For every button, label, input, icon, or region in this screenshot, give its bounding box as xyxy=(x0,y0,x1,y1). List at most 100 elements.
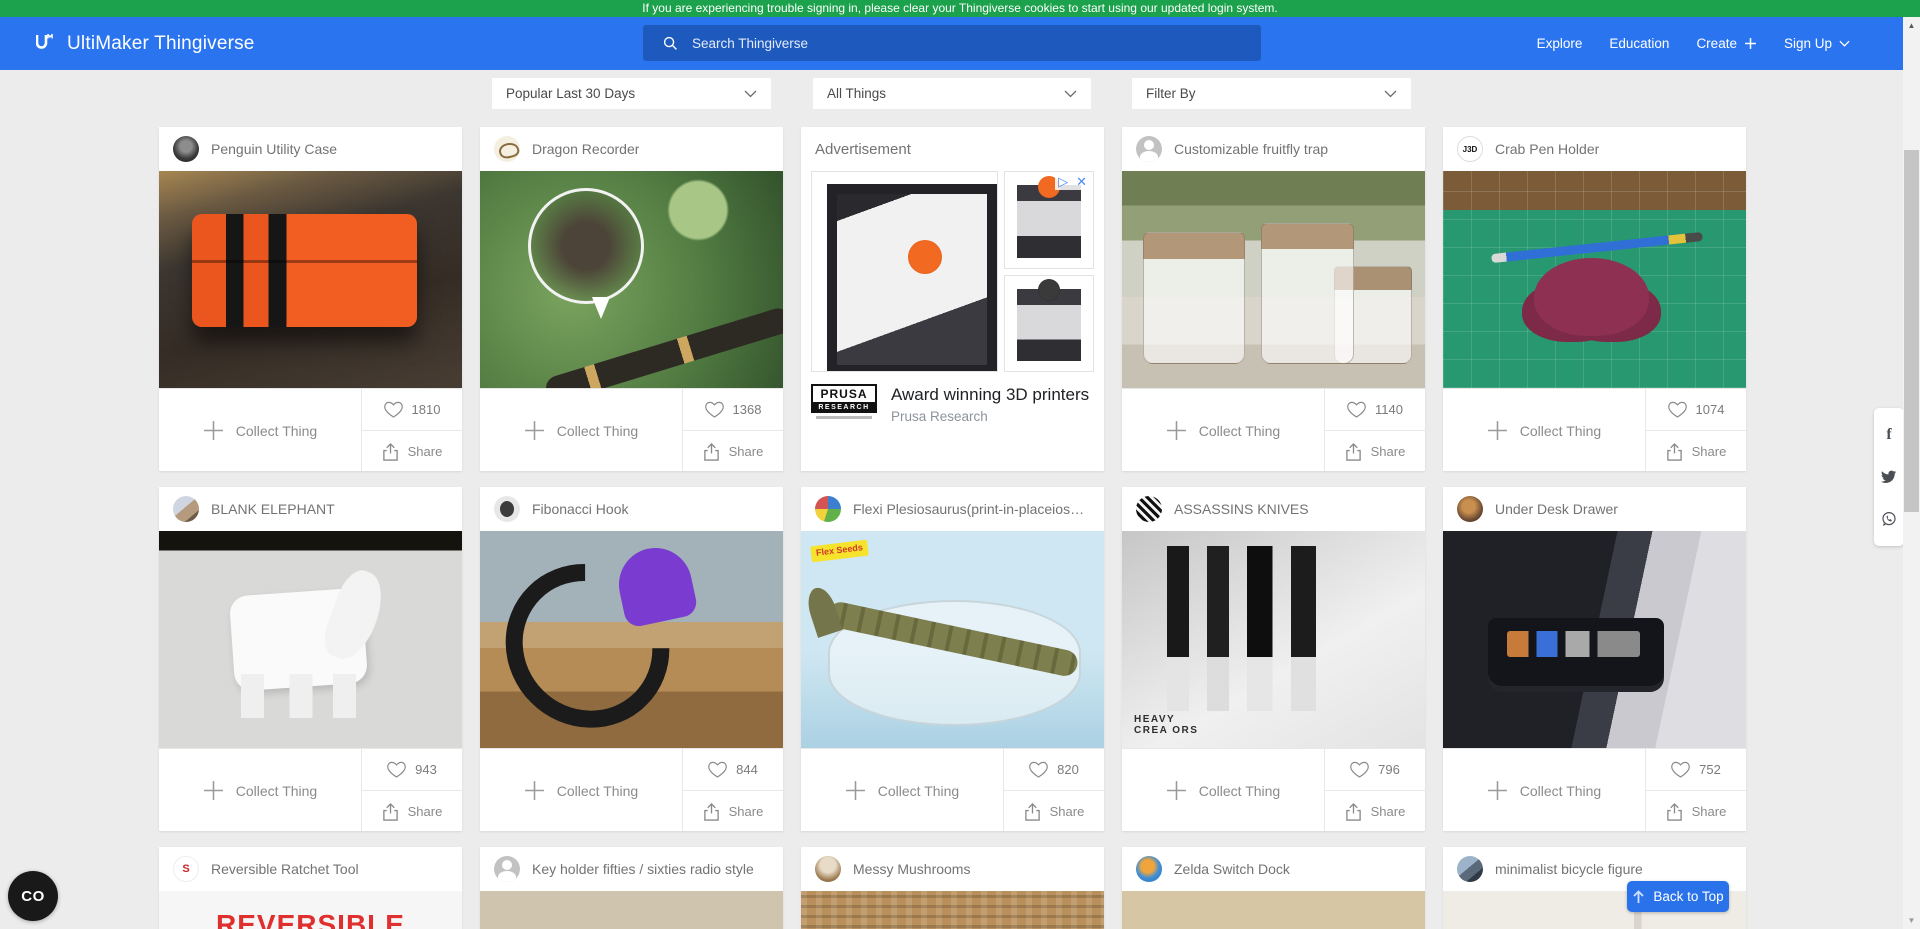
thing-card[interactable]: Key holder fifties / sixties radio style… xyxy=(480,847,783,929)
back-to-top-button[interactable]: Back to Top xyxy=(1627,881,1729,912)
thing-title[interactable]: Key holder fifties / sixties radio style xyxy=(532,861,754,877)
collect-thing-button[interactable]: Collect Thing xyxy=(801,749,1003,831)
thing-card[interactable]: S Reversible Ratchet Tool REVERSIBLE Col… xyxy=(159,847,462,929)
thing-thumbnail[interactable] xyxy=(480,531,783,748)
share-button[interactable]: Share xyxy=(1646,431,1746,471)
collect-thing-button[interactable]: Collect Thing xyxy=(159,389,361,471)
thing-title[interactable]: Messy Mushrooms xyxy=(853,861,970,877)
thing-thumbnail[interactable] xyxy=(1122,891,1425,929)
search-bar[interactable] xyxy=(643,25,1261,61)
thing-title[interactable]: Flexi Plesiosaurus(print-in-placeiosauru… xyxy=(853,501,1090,517)
collect-thing-button[interactable]: Collect Thing xyxy=(1122,749,1324,831)
share-button[interactable]: Share xyxy=(362,791,462,831)
search-input[interactable] xyxy=(690,35,1261,52)
avatar[interactable] xyxy=(1136,496,1162,522)
share-button[interactable]: Share xyxy=(362,431,462,471)
like-button[interactable]: 820 xyxy=(1004,749,1104,791)
avatar[interactable] xyxy=(173,136,199,162)
scrollbar-thumb[interactable] xyxy=(1904,150,1919,512)
share-button[interactable]: Share xyxy=(1325,431,1425,471)
nav-signup[interactable]: Sign Up xyxy=(1784,36,1850,51)
thing-card[interactable]: Flexi Plesiosaurus(print-in-placeiosauru… xyxy=(801,487,1104,831)
share-button[interactable]: Share xyxy=(1004,791,1104,831)
avatar[interactable] xyxy=(1136,856,1162,882)
thing-thumbnail[interactable] xyxy=(801,891,1104,929)
avatar[interactable] xyxy=(1457,856,1483,882)
scroll-up-arrow[interactable]: ▲ xyxy=(1903,17,1920,34)
scrollbar[interactable]: ▲ ▼ xyxy=(1903,17,1920,929)
thing-title[interactable]: Customizable fruitfly trap xyxy=(1174,141,1328,157)
like-button[interactable]: 752 xyxy=(1646,749,1746,791)
thing-title[interactable]: Reversible Ratchet Tool xyxy=(211,861,359,877)
avatar[interactable] xyxy=(1136,136,1162,162)
like-button[interactable]: 796 xyxy=(1325,749,1425,791)
collect-thing-button[interactable]: Collect Thing xyxy=(159,749,361,831)
share-button[interactable]: Share xyxy=(1325,791,1425,831)
ad-info[interactable]: PRUSA RESEARCH Award winning 3D printers… xyxy=(811,384,1094,424)
share-button[interactable]: Share xyxy=(1646,791,1746,831)
thing-card[interactable]: Dragon Recorder Collect Thing 1368 xyxy=(480,127,783,471)
thing-card[interactable]: BLANK ELEPHANT Collect Thing 943 xyxy=(159,487,462,831)
avatar[interactable] xyxy=(815,856,841,882)
avatar[interactable] xyxy=(173,496,199,522)
filter-by-dropdown[interactable]: Filter By xyxy=(1132,78,1411,109)
like-button[interactable]: 1074 xyxy=(1646,389,1746,431)
like-button[interactable]: 1368 xyxy=(683,389,783,431)
thing-card[interactable]: Customizable fruitfly trap Collect Thing xyxy=(1122,127,1425,471)
thing-title[interactable]: minimalist bicycle figure xyxy=(1495,861,1643,877)
collect-thing-button[interactable]: Collect Thing xyxy=(1122,389,1324,471)
thing-thumbnail[interactable] xyxy=(480,891,783,929)
sort-dropdown[interactable]: Popular Last 30 Days xyxy=(492,78,771,109)
adchoices-icon[interactable]: ▷ xyxy=(1058,174,1068,190)
thing-thumbnail[interactable] xyxy=(480,171,783,388)
cookie-consent-button[interactable]: CO xyxy=(8,871,58,921)
thing-title[interactable]: Under Desk Drawer xyxy=(1495,501,1618,517)
whatsapp-icon[interactable] xyxy=(1881,511,1897,527)
thing-title[interactable]: Dragon Recorder xyxy=(532,141,639,157)
ad-creative[interactable]: ▷ ✕ xyxy=(811,171,1094,372)
nav-create[interactable]: Create xyxy=(1696,36,1757,51)
like-button[interactable]: 1140 xyxy=(1325,389,1425,431)
avatar[interactable] xyxy=(815,496,841,522)
like-button[interactable]: 844 xyxy=(683,749,783,791)
thing-type-dropdown[interactable]: All Things xyxy=(813,78,1091,109)
like-button[interactable]: 1810 xyxy=(362,389,462,431)
avatar[interactable] xyxy=(494,136,520,162)
thing-thumbnail[interactable] xyxy=(1122,171,1425,388)
nav-explore[interactable]: Explore xyxy=(1537,36,1583,51)
thing-thumbnail[interactable] xyxy=(1443,531,1746,748)
avatar[interactable] xyxy=(1457,496,1483,522)
twitter-icon[interactable] xyxy=(1881,469,1897,485)
ad-headline[interactable]: Award winning 3D printers xyxy=(891,384,1089,405)
thing-card[interactable]: Under Desk Drawer Collect Thing 752 xyxy=(1443,487,1746,831)
ad-close-icon[interactable]: ✕ xyxy=(1076,174,1087,190)
collect-thing-button[interactable]: Collect Thing xyxy=(1443,389,1645,471)
share-button[interactable]: Share xyxy=(683,791,783,831)
ad-body[interactable]: ▷ ✕ PRUSA RESEARCH Award winning 3D prin… xyxy=(801,171,1104,424)
thing-title[interactable]: Crab Pen Holder xyxy=(1495,141,1599,157)
thing-card[interactable]: Penguin Utility Case Collect Thing 1 xyxy=(159,127,462,471)
thing-thumbnail[interactable]: HEAVY CREA ORS xyxy=(1122,531,1425,748)
brand[interactable]: UltiMaker Thingiverse xyxy=(36,33,255,55)
collect-thing-button[interactable]: Collect Thing xyxy=(1443,749,1645,831)
thing-thumbnail[interactable] xyxy=(1443,171,1746,388)
avatar[interactable] xyxy=(494,856,520,882)
thing-title[interactable]: ASSASSINS KNIVES xyxy=(1174,501,1309,517)
thing-thumbnail[interactable]: Flex Seeds xyxy=(801,531,1104,748)
thing-title[interactable]: BLANK ELEPHANT xyxy=(211,501,335,517)
thing-title[interactable]: Fibonacci Hook xyxy=(532,501,629,517)
thing-card[interactable]: Messy Mushrooms Collect Thing xyxy=(801,847,1104,929)
thing-thumbnail[interactable]: REVERSIBLE xyxy=(159,891,462,929)
thing-thumbnail[interactable] xyxy=(159,531,462,748)
nav-education[interactable]: Education xyxy=(1609,36,1669,51)
share-button[interactable]: Share xyxy=(683,431,783,471)
thing-thumbnail[interactable] xyxy=(159,171,462,388)
ad-image-printer-enclosure[interactable] xyxy=(811,171,998,372)
scroll-down-arrow[interactable]: ▼ xyxy=(1903,912,1920,929)
thing-card[interactable]: ASSASSINS KNIVES HEAVY CREA ORS Collect … xyxy=(1122,487,1425,831)
thing-title[interactable]: Penguin Utility Case xyxy=(211,141,337,157)
avatar[interactable]: J3D xyxy=(1457,136,1483,162)
avatar[interactable]: S xyxy=(173,856,199,882)
thing-card[interactable]: Fibonacci Hook Collect Thing 844 xyxy=(480,487,783,831)
collect-thing-button[interactable]: Collect Thing xyxy=(480,749,682,831)
